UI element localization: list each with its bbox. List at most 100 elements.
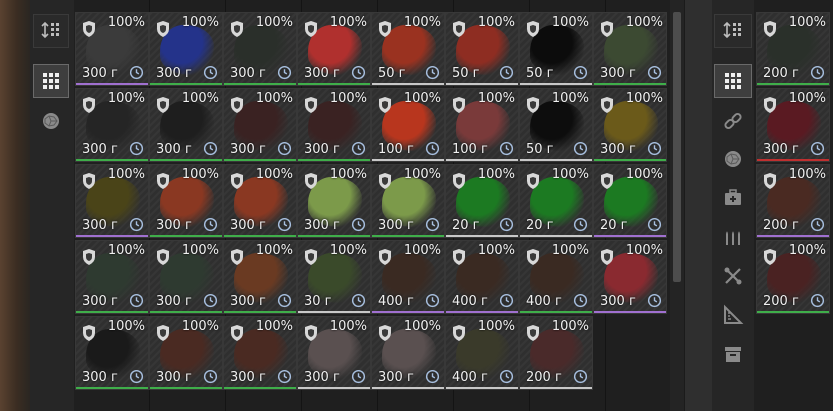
durability-percent: 100% [255,15,293,30]
scrollbar-thumb[interactable] [673,12,681,282]
durability-shield-icon [231,249,243,265]
inventory-item-slot[interactable]: 100% 400 г [371,240,445,314]
item-price: 300 г [600,66,636,81]
inventory-item-slot[interactable]: 100% 300 г [149,12,223,86]
ruler-filter-button[interactable] [714,298,752,332]
durability-percent: 100% [625,91,663,106]
inventory-item-slot[interactable]: 100% 300 г [75,88,149,162]
inventory-item-slot[interactable]: 100% 100 г [371,88,445,162]
storage-filter-button[interactable] [714,337,752,371]
chain-filter-button[interactable] [714,104,752,138]
inventory-item-slot[interactable]: 100% 300 г [149,164,223,238]
durability-percent: 100% [329,167,367,182]
durability-shield-icon [305,325,317,341]
durability-shield-icon [764,97,776,113]
tools-filter-button[interactable] [714,259,752,293]
inventory-item-slot[interactable]: 100% 50 г [371,12,445,86]
inventory-item-slot[interactable]: 100% 50 г [445,12,519,86]
rarity-indicator [76,83,148,85]
clock-icon [810,217,825,232]
inventory-item-slot[interactable]: 100% 300 г [149,88,223,162]
rarity-indicator [372,235,444,237]
rarity-indicator [298,387,370,389]
materials-filter-button[interactable] [33,104,69,138]
sort-button[interactable] [33,14,69,48]
sort-icon [41,21,59,39]
inventory-item-slot[interactable]: 100% 300 г [593,88,667,162]
durability-percent: 100% [107,319,145,334]
grid-view-button[interactable] [33,64,69,98]
durability-percent: 100% [255,243,293,258]
clock-icon [647,293,662,308]
item-price: 300 г [82,66,118,81]
inventory-item-slot[interactable]: 100% 200 г [756,12,830,86]
inventory-item-slot[interactable]: 100% 300 г [75,316,149,390]
durability-shield-icon [764,173,776,189]
item-price: 300 г [304,66,340,81]
inventory-item-slot[interactable]: 100% 300 г [149,316,223,390]
inventory-item-slot[interactable]: 100% 300 г [223,88,297,162]
inventory-item-slot[interactable]: 100% 50 г [519,88,593,162]
clock-icon [647,217,662,232]
inventory-item-slot[interactable]: 100% 20 г [519,164,593,238]
durability-shield-icon [764,249,776,265]
inventory-item-slot[interactable]: 100% 100 г [445,88,519,162]
item-price: 400 г [378,294,414,309]
inventory-item-slot[interactable]: 100% 300 г [223,240,297,314]
inventory-item-slot[interactable]: 100% 300 г [223,316,297,390]
durability-shield-icon [527,173,539,189]
durability-shield-icon [379,325,391,341]
inventory-item-slot[interactable]: 100% 400 г [445,316,519,390]
clock-icon [573,65,588,80]
inventory-item-slot[interactable]: 100% 300 г [75,240,149,314]
durability-shield-icon [379,249,391,265]
clock-icon [277,65,292,80]
inventory-item-slot[interactable]: 100% 300 г [297,316,371,390]
clock-icon [810,141,825,156]
medkit-icon [725,189,741,205]
grid-view-button[interactable] [714,64,752,98]
clock-icon [277,293,292,308]
inventory-item-slot[interactable]: 100% 20 г [445,164,519,238]
inventory-item-slot[interactable]: 100% 20 г [593,164,667,238]
inventory-item-slot[interactable]: 100% 200 г [519,316,593,390]
inventory-item-slot[interactable]: 100% 300 г [223,164,297,238]
inventory-item-slot[interactable]: 100% 300 г [593,12,667,86]
rarity-indicator [224,387,296,389]
inventory-item-slot[interactable]: 100% 300 г [149,240,223,314]
inventory-item-slot[interactable]: 100% 300 г [75,164,149,238]
medical-filter-button[interactable] [714,181,752,215]
inventory-item-slot[interactable]: 100% 200 г [756,164,830,238]
rarity-indicator [520,235,592,237]
materials-filter-button[interactable] [714,142,752,176]
inventory-item-slot[interactable]: 100% 300 г [223,12,297,86]
inventory-item-slot[interactable]: 100% 400 г [445,240,519,314]
clock-icon [573,217,588,232]
inventory-item-slot[interactable]: 100% 300 г [297,12,371,86]
durability-percent: 100% [477,91,515,106]
inventory-item-slot[interactable]: 100% 300 г [371,316,445,390]
rarity-indicator [520,387,592,389]
inventory-item-slot[interactable]: 100% 300 г [756,88,830,162]
item-price: 100 г [378,142,414,157]
sort-button[interactable] [714,14,752,48]
durability-shield-icon [231,97,243,113]
inventory-item-slot[interactable]: 100% 300 г [297,164,371,238]
grid-icon [725,73,741,89]
inventory-item-slot[interactable]: 100% 30 г [297,240,371,314]
item-price: 300 г [230,218,266,233]
item-price: 400 г [452,294,488,309]
item-price: 400 г [452,370,488,385]
ammo-filter-button[interactable] [714,220,752,254]
inventory-item-slot[interactable]: 100% 300 г [75,12,149,86]
durability-percent: 100% [788,15,826,30]
inventory-item-slot[interactable]: 100% 400 г [519,240,593,314]
inventory-item-slot[interactable]: 100% 50 г [519,12,593,86]
clock-icon [277,369,292,384]
rarity-indicator [372,83,444,85]
durability-percent: 100% [551,15,589,30]
inventory-item-slot[interactable]: 100% 300 г [297,88,371,162]
inventory-item-slot[interactable]: 100% 300 г [593,240,667,314]
inventory-item-slot[interactable]: 100% 300 г [371,164,445,238]
inventory-item-slot[interactable]: 100% 200 г [756,240,830,314]
